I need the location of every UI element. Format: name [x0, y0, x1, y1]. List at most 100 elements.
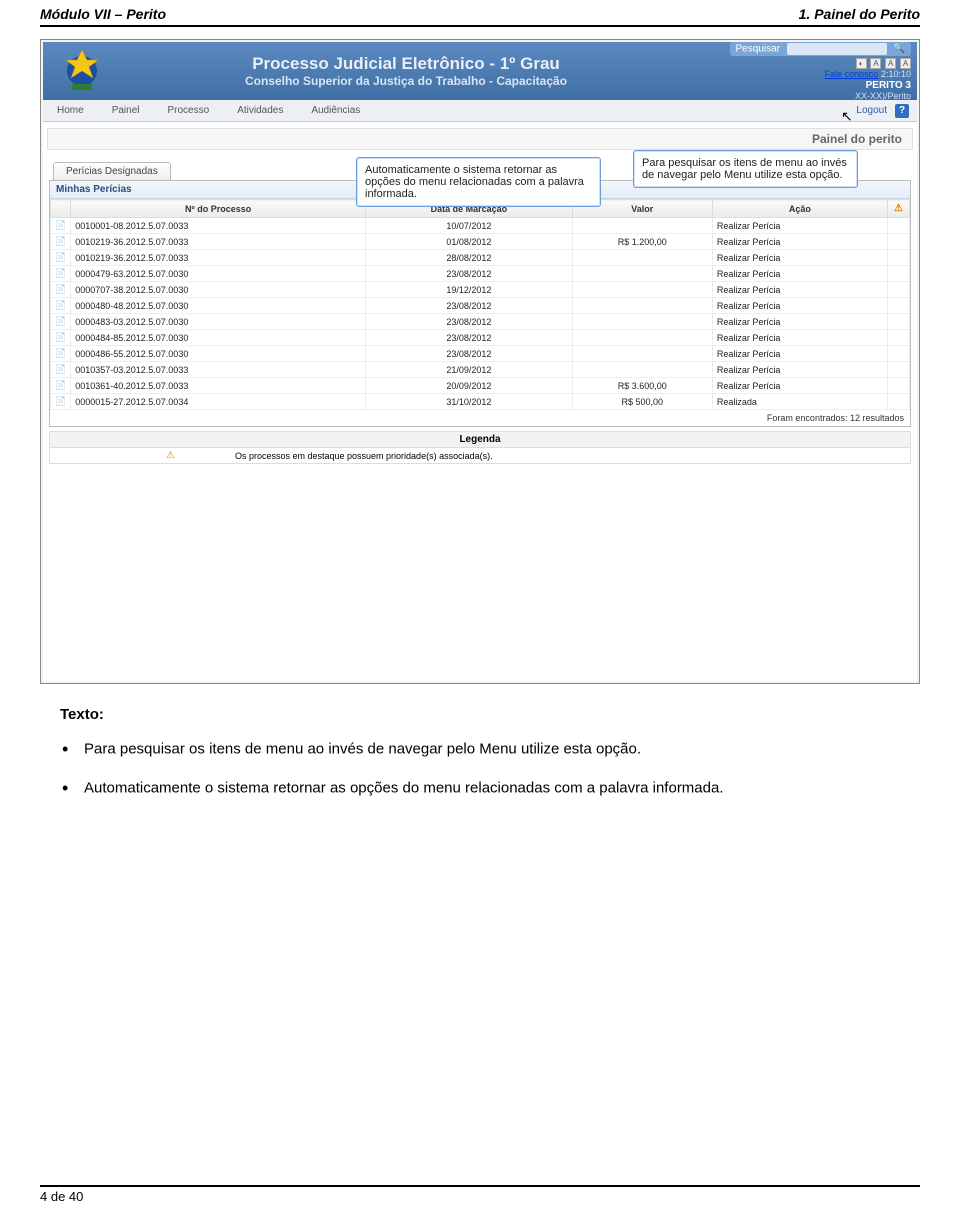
cell-alert [888, 314, 910, 330]
cell-data: 21/09/2012 [366, 362, 573, 378]
page-number: 4 de 40 [40, 1189, 83, 1204]
cell-alert [888, 362, 910, 378]
cell-alert [888, 298, 910, 314]
cell-valor [572, 282, 712, 298]
app-subtitle: Conselho Superior da Justiça do Trabalho… [115, 74, 697, 88]
doc-header: Módulo VII – Perito 1. Painel do Perito [40, 0, 920, 27]
table-row[interactable]: 📄0010361-40.2012.5.07.003320/09/2012R$ 3… [51, 378, 910, 394]
cell-data: 01/08/2012 [366, 234, 573, 250]
cell-acao[interactable]: Realizar Perícia [712, 266, 887, 282]
cell-alert [888, 266, 910, 282]
user-name: PERITO 3 [697, 80, 911, 91]
cell-data: 20/09/2012 [366, 378, 573, 394]
clock: 2:10:10 [881, 69, 911, 79]
cell-acao[interactable]: Realizar Perícia [712, 330, 887, 346]
cell-acao[interactable]: Realizada [712, 394, 887, 410]
row-doc-icon[interactable]: 📄 [51, 282, 71, 298]
cell-acao[interactable]: Realizar Perícia [712, 234, 887, 250]
font-dec-icon[interactable]: A [870, 58, 881, 69]
cell-data: 10/07/2012 [366, 218, 573, 234]
doc-header-left: Módulo VII – Perito [40, 6, 166, 22]
bullet-1: Para pesquisar os itens de menu ao invés… [84, 737, 900, 762]
table-row[interactable]: 📄0000484-85.2012.5.07.003023/08/2012 Real… [51, 330, 910, 346]
cell-acao[interactable]: Realizar Perícia [712, 298, 887, 314]
user-role: XX-XX)/Perito [697, 91, 911, 101]
table-row[interactable]: 📄0010219-36.2012.5.07.003301/08/2012R$ 1… [51, 234, 910, 250]
logout-link[interactable]: Logout [852, 105, 891, 116]
search-field[interactable] [787, 43, 887, 55]
cell-acao[interactable]: Realizar Perícia [712, 346, 887, 362]
cell-processo: 0000015-27.2012.5.07.0034 [71, 394, 366, 410]
cell-data: 23/08/2012 [366, 314, 573, 330]
cell-data: 28/08/2012 [366, 250, 573, 266]
cell-processo: 0010219-36.2012.5.07.0033 [71, 234, 366, 250]
cell-valor [572, 266, 712, 282]
cell-valor [572, 298, 712, 314]
row-doc-icon[interactable]: 📄 [51, 298, 71, 314]
table-row[interactable]: 📄0000707-38.2012.5.07.003019/12/2012Real… [51, 282, 910, 298]
nav-audiencias[interactable]: Audiências [297, 105, 374, 116]
col-alert-icon: ⚠ [888, 200, 910, 218]
panel-title: Painel do perito [47, 128, 913, 150]
col-processo[interactable]: Nº do Processo [71, 200, 366, 218]
cell-acao[interactable]: Realizar Perícia [712, 218, 887, 234]
pericias-table: Nº do Processo Data de Marcação Valor Aç… [50, 199, 910, 410]
cell-processo: 0010001-08.2012.5.07.0033 [71, 218, 366, 234]
cell-valor [572, 250, 712, 266]
help-icon[interactable]: ? [895, 104, 909, 118]
table-row[interactable]: 📄0000015-27.2012.5.07.003431/10/2012R$ 5… [51, 394, 910, 410]
search-icon[interactable]: 🔍 [893, 43, 905, 54]
body-text: Texto: Para pesquisar os itens de menu a… [60, 706, 900, 801]
cell-alert [888, 282, 910, 298]
cell-alert [888, 234, 910, 250]
contrast-icon[interactable]: ◐ [856, 58, 867, 69]
row-doc-icon[interactable]: 📄 [51, 314, 71, 330]
row-doc-icon[interactable]: 📄 [51, 394, 71, 410]
cell-processo: 0000707-38.2012.5.07.0030 [71, 282, 366, 298]
row-doc-icon[interactable]: 📄 [51, 330, 71, 346]
cell-data: 31/10/2012 [366, 394, 573, 410]
tab-pericias-designadas[interactable]: Perícias Designadas [53, 162, 171, 180]
legend: Legenda ⚠ Os processos em destaque possu… [49, 431, 911, 464]
nav-painel[interactable]: Painel [98, 105, 154, 116]
cell-acao[interactable]: Realizar Perícia [712, 378, 887, 394]
row-doc-icon[interactable]: 📄 [51, 362, 71, 378]
warning-icon: ⚠ [166, 450, 175, 461]
row-doc-icon[interactable]: 📄 [51, 378, 71, 394]
table-row[interactable]: 📄0000480-48.2012.5.07.003023/08/2012Real… [51, 298, 910, 314]
table-row[interactable]: 📄0010219-36.2012.5.07.003328/08/2012Real… [51, 250, 910, 266]
cell-alert [888, 250, 910, 266]
row-doc-icon[interactable]: 📄 [51, 266, 71, 282]
nav-home[interactable]: Home [43, 105, 98, 116]
nav-processo[interactable]: Processo [154, 105, 224, 116]
col-acao[interactable]: Ação [712, 200, 887, 218]
app-banner: Processo Judicial Eletrônico - 1º Grau C… [43, 42, 917, 100]
row-doc-icon[interactable]: 📄 [51, 234, 71, 250]
cell-acao[interactable]: Realizar Perícia [712, 362, 887, 378]
contact-link[interactable]: Fale conosco [825, 69, 879, 79]
nav-atividades[interactable]: Atividades [223, 105, 297, 116]
cell-data: 23/08/2012 [366, 330, 573, 346]
table-row[interactable]: 📄0000483-03.2012.5.07.003023/08/2012Real… [51, 314, 910, 330]
table-row[interactable]: 📄0000479-63.2012.5.07.003023/08/2012Real… [51, 266, 910, 282]
accessibility-icons[interactable]: ◐ A A A [855, 58, 911, 69]
cell-processo: 0000484-85.2012.5.07.0030 [71, 330, 366, 346]
cell-valor: R$ 1.200,00 [572, 234, 712, 250]
table-row[interactable]: 📄0010357-03.2012.5.07.003321/09/2012Real… [51, 362, 910, 378]
font-reset-icon[interactable]: A [885, 58, 896, 69]
cell-alert [888, 330, 910, 346]
cell-acao[interactable]: Realizar Perícia [712, 314, 887, 330]
row-doc-icon[interactable]: 📄 [51, 218, 71, 234]
cell-data: 23/08/2012 [366, 266, 573, 282]
cell-alert [888, 394, 910, 410]
row-doc-icon[interactable]: 📄 [51, 346, 71, 362]
font-inc-icon[interactable]: A [900, 58, 911, 69]
search-input[interactable]: Pesquisar 🔍 [730, 42, 911, 56]
crest-icon [49, 45, 115, 97]
table-row[interactable]: 📄0000486-55.2012.5.07.003023/08/2012Real… [51, 346, 910, 362]
cell-acao[interactable]: Realizar Perícia [712, 282, 887, 298]
table-row[interactable]: 📄0010001-08.2012.5.07.003310/07/2012 Real… [51, 218, 910, 234]
row-doc-icon[interactable]: 📄 [51, 250, 71, 266]
cell-processo: 0000480-48.2012.5.07.0030 [71, 298, 366, 314]
cell-acao[interactable]: Realizar Perícia [712, 250, 887, 266]
